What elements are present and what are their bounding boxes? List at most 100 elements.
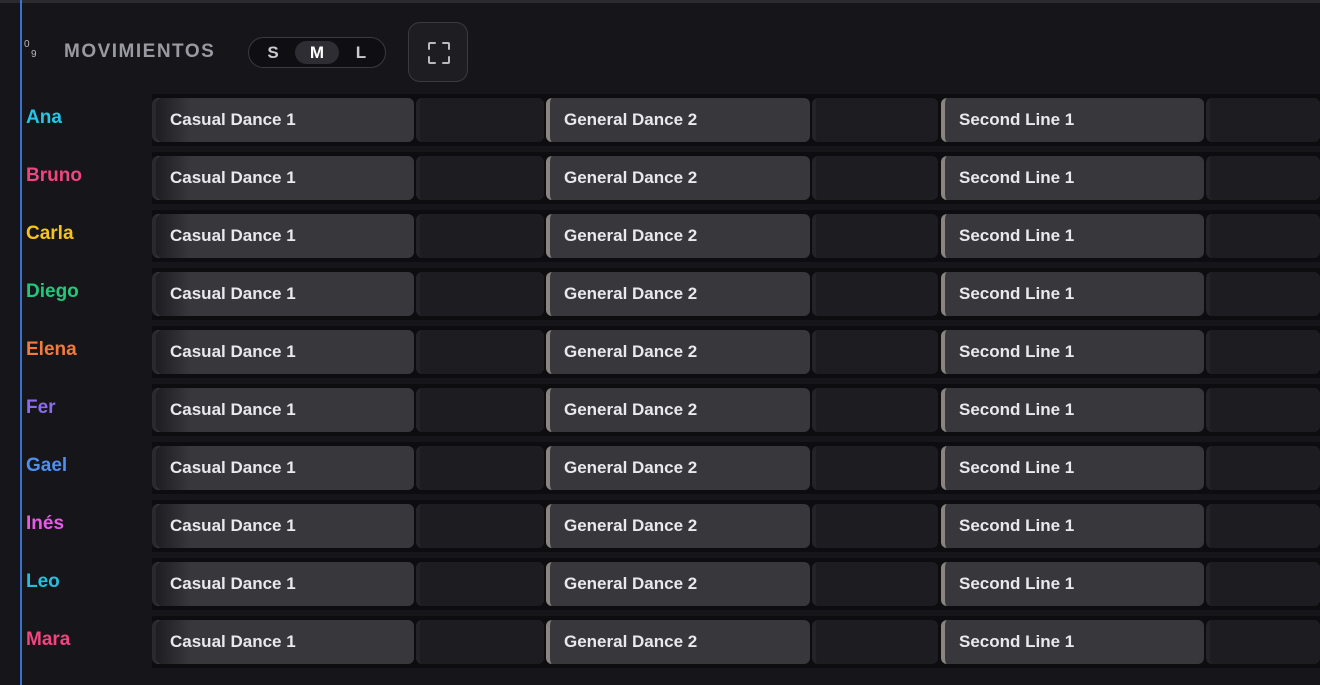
empty-slot[interactable] xyxy=(416,214,544,258)
fullscreen-button[interactable] xyxy=(408,22,468,82)
movement-block[interactable]: Second Line 1 xyxy=(941,446,1204,490)
empty-slot[interactable] xyxy=(1206,272,1320,316)
movement-block[interactable]: Casual Dance 1 xyxy=(152,562,414,606)
empty-slot[interactable] xyxy=(812,504,938,548)
timeline-row: Bruno Casual Dance 1 General Dance 2 Second… xyxy=(0,152,1320,204)
sort-icon[interactable]: 0 9 xyxy=(24,40,40,62)
dancer-name[interactable]: Fer xyxy=(26,397,56,419)
movement-label: Casual Dance 1 xyxy=(170,168,296,187)
movement-block[interactable]: General Dance 2 xyxy=(546,620,810,664)
movement-block[interactable]: Second Line 1 xyxy=(941,562,1204,606)
dancer-name[interactable]: Elena xyxy=(26,339,77,361)
movement-block[interactable]: General Dance 2 xyxy=(546,156,810,200)
empty-slot[interactable] xyxy=(812,98,938,142)
empty-slot[interactable] xyxy=(416,98,544,142)
movement-block[interactable]: Second Line 1 xyxy=(941,272,1204,316)
movement-label: Casual Dance 1 xyxy=(170,574,296,593)
toolbar: 0 9 MOVIMIENTOS S M L xyxy=(24,22,724,82)
timeline-row: Elena Casual Dance 1 General Dance 2 Second… xyxy=(0,326,1320,378)
movement-label: General Dance 2 xyxy=(564,516,698,535)
empty-slot[interactable] xyxy=(812,330,938,374)
empty-slot[interactable] xyxy=(812,214,938,258)
empty-slot[interactable] xyxy=(1206,620,1320,664)
empty-slot[interactable] xyxy=(1206,446,1320,490)
empty-slot[interactable] xyxy=(1206,388,1320,432)
dancer-name[interactable]: Diego xyxy=(26,281,79,303)
empty-slot[interactable] xyxy=(812,388,938,432)
movement-block[interactable]: Casual Dance 1 xyxy=(152,272,414,316)
movement-label: Casual Dance 1 xyxy=(170,516,296,535)
empty-slot[interactable] xyxy=(416,330,544,374)
movement-label: Casual Dance 1 xyxy=(170,632,296,651)
movement-block[interactable]: General Dance 2 xyxy=(546,330,810,374)
dancer-name[interactable]: Gael xyxy=(26,455,67,477)
movement-block[interactable]: Second Line 1 xyxy=(941,388,1204,432)
empty-slot[interactable] xyxy=(416,446,544,490)
timeline-row: Carla Casual Dance 1 General Dance 2 Second… xyxy=(0,210,1320,262)
empty-slot[interactable] xyxy=(416,388,544,432)
movement-block[interactable]: General Dance 2 xyxy=(546,98,810,142)
movement-block[interactable]: General Dance 2 xyxy=(546,272,810,316)
dancer-name[interactable]: Ana xyxy=(26,107,62,129)
movement-block[interactable]: Casual Dance 1 xyxy=(152,98,414,142)
track: Casual Dance 1 General Dance 2 Second Line… xyxy=(152,210,1320,262)
movement-block[interactable]: Casual Dance 1 xyxy=(152,446,414,490)
movement-label: Second Line 1 xyxy=(959,110,1075,129)
size-toggle: S M L xyxy=(248,37,386,68)
empty-slot[interactable] xyxy=(416,156,544,200)
movement-block[interactable]: Casual Dance 1 xyxy=(152,620,414,664)
movement-label: Second Line 1 xyxy=(959,226,1075,245)
size-option-m[interactable]: M xyxy=(295,41,339,64)
movement-block[interactable]: Casual Dance 1 xyxy=(152,330,414,374)
empty-slot[interactable] xyxy=(1206,156,1320,200)
empty-slot[interactable] xyxy=(1206,504,1320,548)
empty-slot[interactable] xyxy=(1206,214,1320,258)
size-option-s[interactable]: S xyxy=(251,41,295,64)
movement-block[interactable]: General Dance 2 xyxy=(546,214,810,258)
track: Casual Dance 1 General Dance 2 Second Line… xyxy=(152,152,1320,204)
movement-label: General Dance 2 xyxy=(564,342,698,361)
empty-slot[interactable] xyxy=(812,446,938,490)
movement-block[interactable]: General Dance 2 xyxy=(546,504,810,548)
dancer-name[interactable]: Inés xyxy=(26,513,64,535)
empty-slot[interactable] xyxy=(812,272,938,316)
movement-block[interactable]: Second Line 1 xyxy=(941,620,1204,664)
section-title: MOVIMIENTOS xyxy=(64,41,216,62)
empty-slot[interactable] xyxy=(1206,330,1320,374)
movement-block[interactable]: Casual Dance 1 xyxy=(152,156,414,200)
dancer-name[interactable]: Bruno xyxy=(26,165,82,187)
empty-slot[interactable] xyxy=(416,504,544,548)
movement-label: General Dance 2 xyxy=(564,284,698,303)
empty-slot[interactable] xyxy=(812,620,938,664)
movement-block[interactable]: Casual Dance 1 xyxy=(152,214,414,258)
movement-block[interactable]: Casual Dance 1 xyxy=(152,504,414,548)
dancer-name[interactable]: Mara xyxy=(26,629,70,651)
movement-block[interactable]: Second Line 1 xyxy=(941,98,1204,142)
timeline-row: Diego Casual Dance 1 General Dance 2 Second… xyxy=(0,268,1320,320)
movement-block[interactable]: Second Line 1 xyxy=(941,156,1204,200)
movement-block[interactable]: Second Line 1 xyxy=(941,330,1204,374)
timeline-row: Leo Casual Dance 1 General Dance 2 Second L… xyxy=(0,558,1320,610)
dancer-name[interactable]: Leo xyxy=(26,571,60,593)
movement-block[interactable]: Casual Dance 1 xyxy=(152,388,414,432)
empty-slot[interactable] xyxy=(812,562,938,606)
timeline-row: Fer Casual Dance 1 General Dance 2 Second L… xyxy=(0,384,1320,436)
movement-label: General Dance 2 xyxy=(564,226,698,245)
movement-block[interactable]: Second Line 1 xyxy=(941,504,1204,548)
dancer-name[interactable]: Carla xyxy=(26,223,74,245)
empty-slot[interactable] xyxy=(812,156,938,200)
movement-label: Second Line 1 xyxy=(959,632,1075,651)
movement-block[interactable]: General Dance 2 xyxy=(546,562,810,606)
fullscreen-icon xyxy=(428,42,450,64)
movement-block[interactable]: General Dance 2 xyxy=(546,446,810,490)
movement-label: Second Line 1 xyxy=(959,284,1075,303)
empty-slot[interactable] xyxy=(1206,98,1320,142)
size-option-l[interactable]: L xyxy=(339,41,383,64)
empty-slot[interactable] xyxy=(416,272,544,316)
empty-slot[interactable] xyxy=(1206,562,1320,606)
empty-slot[interactable] xyxy=(416,562,544,606)
timeline-row: Inés Casual Dance 1 General Dance 2 Second … xyxy=(0,500,1320,552)
movement-block[interactable]: Second Line 1 xyxy=(941,214,1204,258)
movement-block[interactable]: General Dance 2 xyxy=(546,388,810,432)
empty-slot[interactable] xyxy=(416,620,544,664)
